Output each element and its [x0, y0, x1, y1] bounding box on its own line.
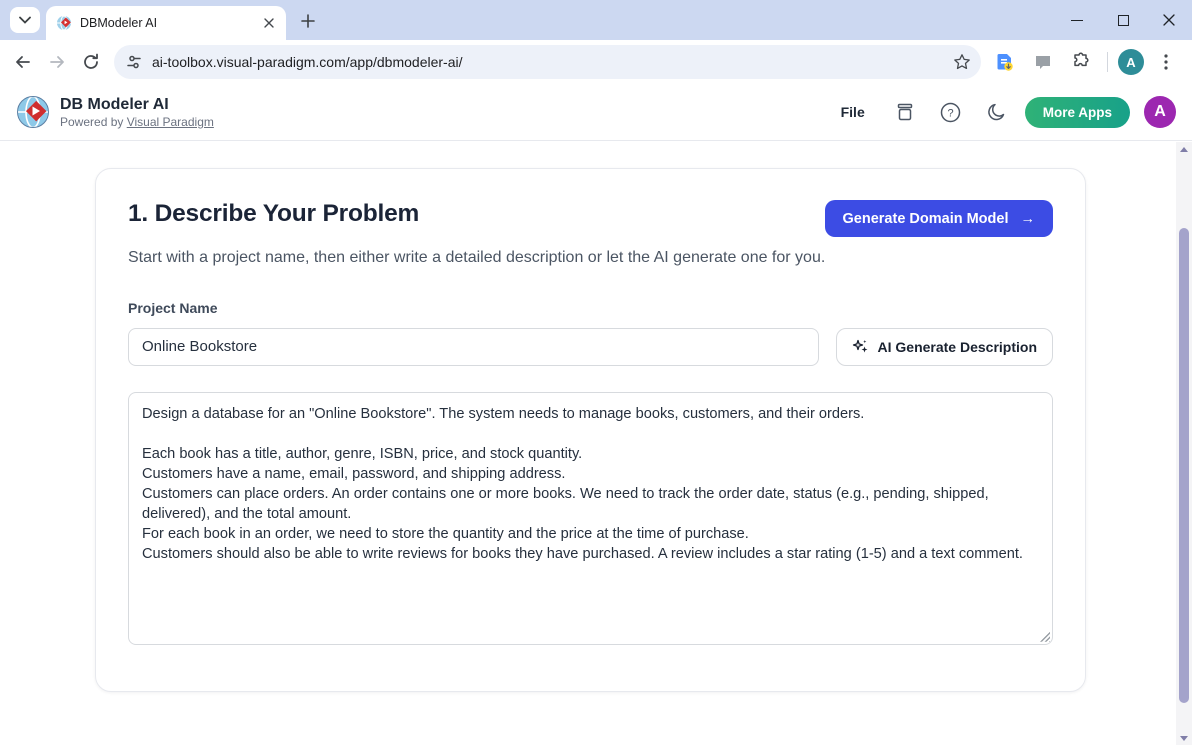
doc-download-extension-icon[interactable]	[989, 46, 1021, 78]
toolbar-right: A	[987, 46, 1182, 78]
project-name-label: Project Name	[128, 300, 1053, 316]
toolbar-divider	[1107, 52, 1108, 72]
help-icon[interactable]: ?	[933, 94, 969, 130]
reload-icon	[82, 53, 100, 71]
section-subtitle: Start with a project name, then either w…	[128, 246, 832, 271]
dark-mode-moon-icon[interactable]	[979, 94, 1015, 130]
visual-paradigm-link[interactable]: Visual Paradigm	[127, 115, 214, 129]
chevron-down-icon	[19, 16, 31, 24]
app-header: DB Modeler AI Powered by Visual Paradigm…	[0, 84, 1192, 141]
maximize-icon	[1118, 15, 1129, 26]
scrollbar-up-arrow[interactable]	[1176, 142, 1192, 156]
address-bar[interactable]: ai-toolbox.visual-paradigm.com/app/dbmod…	[114, 45, 981, 79]
archive-icon[interactable]	[887, 94, 923, 130]
app-brand: DB Modeler AI Powered by Visual Paradigm	[16, 95, 214, 129]
forward-button[interactable]	[40, 45, 74, 79]
browser-titlebar: DBModeler AI	[0, 0, 1192, 40]
describe-problem-card: 1. Describe Your Problem Generate Domain…	[95, 168, 1086, 692]
bookmark-star-icon[interactable]	[953, 53, 971, 71]
new-tab-button[interactable]	[294, 7, 322, 35]
app-logo	[16, 95, 50, 129]
page-scrollbar[interactable]	[1176, 142, 1192, 745]
arrow-right-icon: →	[1021, 211, 1036, 227]
maximize-button[interactable]	[1100, 0, 1146, 40]
svg-text:?: ?	[948, 107, 954, 119]
powered-by: Powered by Visual Paradigm	[60, 115, 214, 129]
browser-tab[interactable]: DBModeler AI	[46, 6, 286, 40]
site-favicon	[56, 15, 72, 31]
back-arrow-icon	[14, 53, 32, 71]
generate-button-label: Generate Domain Model	[843, 211, 1009, 227]
app-header-right: File ? More Apps A	[829, 94, 1176, 130]
section-title: 1. Describe Your Problem	[128, 200, 419, 228]
ai-generate-button-label: AI Generate Description	[878, 339, 1038, 355]
triangle-down-icon	[1180, 736, 1188, 741]
app-user-avatar[interactable]: A	[1144, 96, 1176, 128]
site-settings-icon[interactable]	[126, 54, 142, 70]
tab-title: DBModeler AI	[80, 16, 252, 30]
generate-domain-model-button[interactable]: Generate Domain Model →	[825, 200, 1053, 237]
project-name-input[interactable]	[128, 328, 819, 366]
sparkles-icon	[852, 338, 869, 355]
minimize-icon	[1071, 20, 1083, 21]
close-icon	[1163, 14, 1175, 26]
browser-toolbar: ai-toolbox.visual-paradigm.com/app/dbmod…	[0, 40, 1192, 84]
ai-generate-description-button[interactable]: AI Generate Description	[836, 328, 1054, 366]
file-menu[interactable]: File	[829, 98, 877, 126]
scrollbar-down-arrow[interactable]	[1176, 731, 1192, 745]
browser-profile-avatar[interactable]: A	[1118, 49, 1144, 75]
scrollbar-thumb[interactable]	[1179, 228, 1189, 703]
minimize-button[interactable]	[1054, 0, 1100, 40]
browser-menu-dots-icon[interactable]	[1150, 46, 1182, 78]
back-button[interactable]	[6, 45, 40, 79]
reload-button[interactable]	[74, 45, 108, 79]
app-title: DB Modeler AI	[60, 95, 214, 114]
extensions-puzzle-icon[interactable]	[1065, 46, 1097, 78]
tab-search-button[interactable]	[10, 7, 40, 33]
plus-icon	[301, 14, 315, 28]
chat-bubble-icon[interactable]	[1027, 46, 1059, 78]
url-text[interactable]: ai-toolbox.visual-paradigm.com/app/dbmod…	[152, 54, 943, 70]
window-controls	[1054, 0, 1192, 40]
close-window-button[interactable]	[1146, 0, 1192, 40]
problem-description-textarea[interactable]: Design a database for an "Online Booksto…	[128, 392, 1053, 645]
triangle-up-icon	[1180, 147, 1188, 152]
more-apps-button[interactable]: More Apps	[1025, 97, 1130, 128]
tab-close-icon[interactable]	[260, 14, 278, 32]
main-content: 1. Describe Your Problem Generate Domain…	[0, 142, 1176, 745]
forward-arrow-icon	[48, 53, 66, 71]
